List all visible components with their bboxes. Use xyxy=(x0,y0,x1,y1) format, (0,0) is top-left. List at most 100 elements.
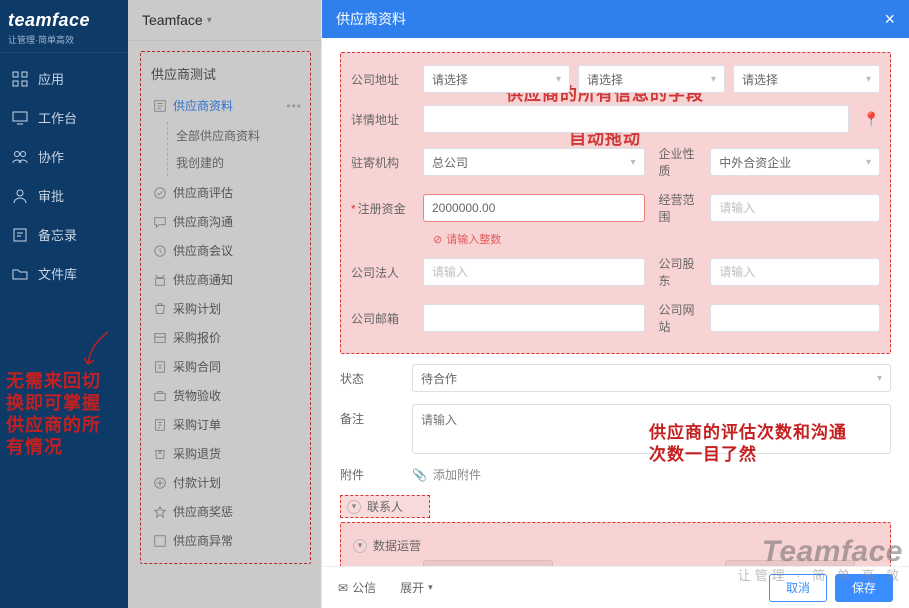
footer-label: 公信 xyxy=(352,579,376,596)
detail-addr-input[interactable] xyxy=(423,105,849,133)
nav-label: 文件库 xyxy=(38,264,77,283)
province-select[interactable]: 请选择▾ xyxy=(423,65,570,93)
users-icon xyxy=(12,149,28,165)
annotation-arrow-icon xyxy=(82,330,112,370)
nav-item-memo[interactable]: 备忘录 xyxy=(0,215,128,254)
panel-header: 供应商资料 × xyxy=(322,0,909,38)
chevron-down-icon: ▾ xyxy=(428,582,433,593)
brand-logo: teamface xyxy=(8,10,120,31)
tree-label: 供应商异常 xyxy=(173,532,233,549)
menu-group-title: 供应商测试 xyxy=(149,60,306,91)
footer-label: 展开 xyxy=(400,579,424,596)
nav-item-workbench[interactable]: 工作台 xyxy=(0,98,128,137)
tree-label: 货物验收 xyxy=(173,387,221,404)
nav-item-apps[interactable]: 应用 xyxy=(0,59,128,98)
menu-header[interactable]: Teamface▾ xyxy=(128,0,321,41)
tree-item[interactable]: 采购订单 xyxy=(149,410,306,439)
module-menu: Teamface▾ 供应商测试 供应商资料 ••• 全部供应商资料 我创建的 供… xyxy=(128,0,322,608)
nav-item-files[interactable]: 文件库 xyxy=(0,254,128,293)
attach-label: 添加附件 xyxy=(433,466,481,483)
nav-label: 备忘录 xyxy=(38,225,77,244)
close-icon[interactable]: × xyxy=(884,9,895,30)
email-input[interactable] xyxy=(423,304,645,332)
more-icon[interactable]: ••• xyxy=(286,99,306,113)
monitor-icon xyxy=(12,110,28,126)
label-email: 公司邮箱 xyxy=(351,310,413,327)
legal-input[interactable] xyxy=(423,258,645,286)
label-company-addr: 公司地址 xyxy=(351,71,413,88)
footer-left: ✉公信 展开 ▾ xyxy=(338,579,433,596)
section-contacts[interactable]: ▾ 联系人 xyxy=(340,495,430,518)
label-legal: 公司法人 xyxy=(351,264,413,281)
primary-nav: 应用 工作台 协作 审批 备忘录 文件库 xyxy=(0,53,128,293)
tree-item[interactable]: 采购计划 xyxy=(149,294,306,323)
tree-item[interactable]: 采购合同 xyxy=(149,352,306,381)
district-select[interactable]: 请选择▾ xyxy=(733,65,880,93)
section-data-op[interactable]: ▾ 数据运营 xyxy=(351,531,880,560)
ent-nature-value: 中外合资企业 xyxy=(719,154,791,171)
nav-item-approval[interactable]: 审批 xyxy=(0,176,128,215)
tree-item[interactable]: 供应商通知 xyxy=(149,265,306,294)
label-scope: 经营范围 xyxy=(659,191,701,225)
label-eval-count: 评估次数 xyxy=(351,565,413,567)
person-icon xyxy=(12,188,28,204)
ent-nature-select[interactable]: 中外合资企业 ▾ xyxy=(710,148,880,176)
tree-sub-all[interactable]: 全部供应商资料 xyxy=(168,122,306,149)
tree-item[interactable]: 供应商会议 xyxy=(149,236,306,265)
main-sidebar: teamface 让管理·简单高效 应用 工作台 协作 审批 备忘录 文件库 无… xyxy=(0,0,128,608)
tree-label: 采购订单 xyxy=(173,416,221,433)
note-icon xyxy=(12,227,28,243)
scope-input[interactable] xyxy=(710,194,880,222)
tree-label: 采购合同 xyxy=(173,358,221,375)
label-shareholder: 公司股东 xyxy=(659,255,701,289)
nav-label: 工作台 xyxy=(38,108,77,127)
grid-icon xyxy=(12,71,28,87)
tree-item[interactable]: 采购报价 xyxy=(149,323,306,352)
public-letter-link[interactable]: ✉公信 xyxy=(338,579,376,596)
label-detail-addr: 详情地址 xyxy=(351,111,413,128)
nav-item-collab[interactable]: 协作 xyxy=(0,137,128,176)
website-input[interactable] xyxy=(710,304,880,332)
remark-textarea[interactable] xyxy=(412,404,891,454)
status-select[interactable]: 待合作 ▾ xyxy=(412,364,891,392)
save-button[interactable]: 保存 xyxy=(835,574,893,602)
label-comm-count: 沟通次数 xyxy=(659,565,715,567)
chevron-down-icon: ▾ xyxy=(353,539,367,553)
tree-label: 全部供应商资料 xyxy=(176,129,260,143)
section-label: 数据运营 xyxy=(373,537,421,554)
label-ent-nature: 企业性质 xyxy=(659,145,701,179)
nav-label: 协作 xyxy=(38,147,64,166)
agency-value: 总公司 xyxy=(432,154,468,171)
shareholder-input[interactable] xyxy=(710,258,880,286)
tree-label: 供应商资料 xyxy=(173,97,233,114)
chevron-down-icon: ▾ xyxy=(866,157,871,168)
tree-item[interactable]: 供应商沟通 xyxy=(149,207,306,236)
tree-item[interactable]: 供应商奖惩 xyxy=(149,497,306,526)
tree-item[interactable]: 付款计划 xyxy=(149,468,306,497)
tree-label: 付款计划 xyxy=(173,474,221,491)
map-pin-icon[interactable]: 📍 xyxy=(857,111,880,128)
tree-item-supplier-info[interactable]: 供应商资料 ••• xyxy=(149,91,306,120)
tree-item[interactable]: 货物验收 xyxy=(149,381,306,410)
cancel-button[interactable]: 取消 xyxy=(769,574,827,602)
status-value: 待合作 xyxy=(421,370,457,387)
menu-tree: 供应商资料 ••• 全部供应商资料 我创建的 供应商评估 供应商沟通 供应商会议… xyxy=(149,91,306,555)
city-select[interactable]: 请选择▾ xyxy=(578,65,725,93)
nav-label: 应用 xyxy=(38,69,64,88)
tree-item[interactable]: 供应商评估 xyxy=(149,178,306,207)
agency-select[interactable]: 总公司▾ xyxy=(423,148,645,176)
panel-footer: ✉公信 展开 ▾ 取消 保存 xyxy=(322,566,909,608)
folder-icon xyxy=(12,266,28,282)
tree-label: 采购退货 xyxy=(173,445,221,462)
panel-body: 供应商的所有信息的字段组件可以根据企业需求来自动拖动 公司地址 请选择▾ 请选择… xyxy=(322,38,909,566)
chevron-down-icon: ▾ xyxy=(877,373,882,384)
tree-sub-mine[interactable]: 我创建的 xyxy=(168,149,306,176)
add-attachment-button[interactable]: 📎 添加附件 xyxy=(412,466,481,483)
error-text: 请输入整数 xyxy=(446,231,501,247)
tree-label: 供应商奖惩 xyxy=(173,503,233,520)
expand-link[interactable]: 展开 ▾ xyxy=(400,579,433,596)
reg-capital-input[interactable] xyxy=(423,194,645,222)
paperclip-icon: 📎 xyxy=(412,468,427,482)
tree-item[interactable]: 供应商异常 xyxy=(149,526,306,555)
tree-item[interactable]: 采购退货 xyxy=(149,439,306,468)
